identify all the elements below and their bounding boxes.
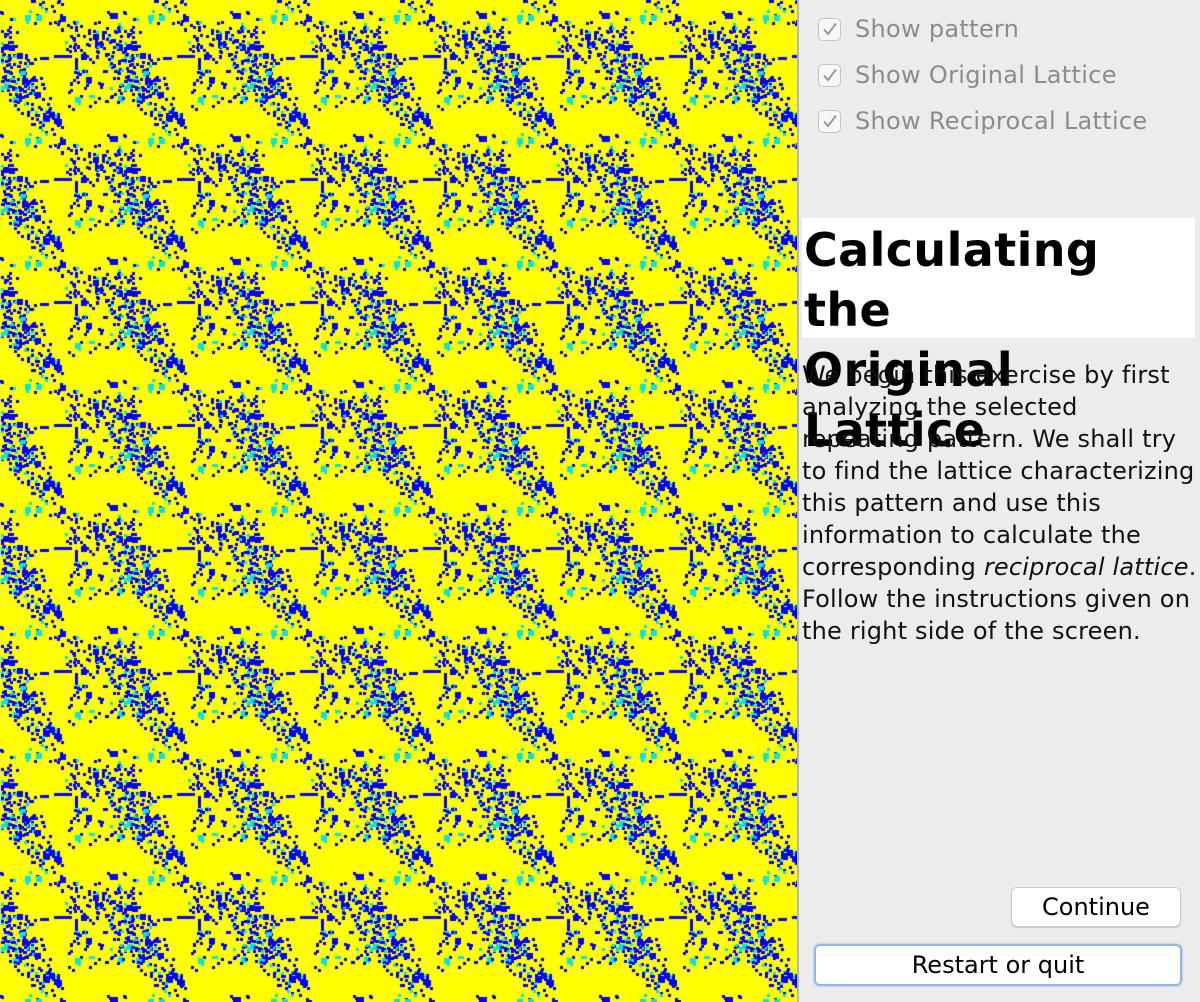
heading-box: Calculating the Original Lattice xyxy=(802,218,1195,457)
continue-button[interactable]: Continue xyxy=(1011,887,1181,927)
show-original-lattice-label: Show Original Lattice xyxy=(855,61,1117,89)
show-reciprocal-lattice-label: Show Reciprocal Lattice xyxy=(855,107,1148,135)
title-line-1: Calculating the xyxy=(804,223,1100,337)
restart-or-quit-button[interactable]: Restart or quit xyxy=(814,944,1182,986)
description-text: We begin this exercise by first analyzin… xyxy=(802,359,1197,647)
control-panel: Show pattern Show Original Lattice Show … xyxy=(799,0,1200,1002)
show-pattern-label: Show pattern xyxy=(855,15,1020,43)
show-pattern-checkbox[interactable]: Show pattern xyxy=(816,14,1019,44)
pattern-canvas[interactable] xyxy=(0,0,797,1002)
show-reciprocal-lattice-checkbox[interactable]: Show Reciprocal Lattice xyxy=(816,106,1148,136)
description-emphasis: reciprocal lattice xyxy=(983,553,1189,581)
checkmark-icon[interactable] xyxy=(818,109,841,133)
checkmark-icon[interactable] xyxy=(818,63,841,87)
show-original-lattice-checkbox[interactable]: Show Original Lattice xyxy=(816,60,1117,90)
description-before: We begin this exercise by first analyzin… xyxy=(802,361,1195,581)
checkmark-icon[interactable] xyxy=(818,17,841,41)
